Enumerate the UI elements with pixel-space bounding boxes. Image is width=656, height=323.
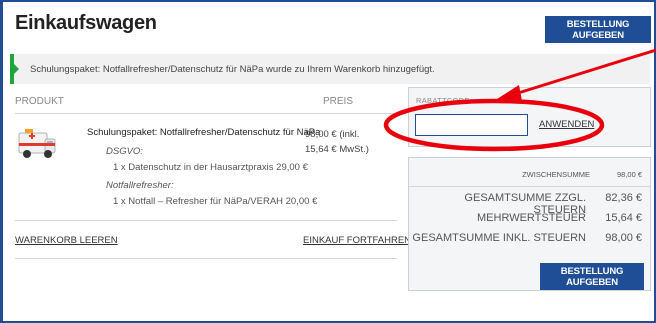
subtotal-label: ZWISCHENSUMME (522, 170, 590, 179)
checkout-button-bottom[interactable]: BESTELLUNG AUFGEBEN (540, 263, 644, 290)
coupon-panel: RABATTCODE ANWENDEN (408, 87, 651, 147)
vat-label: MEHRWERTSTEUER (477, 212, 586, 224)
coupon-label: RABATTCODE (416, 96, 470, 105)
cart-item-price: 98,00 € (inkl. 15,64 € MwSt.) (305, 127, 383, 157)
checkout-button-top[interactable]: BESTELLUNG AUFGEBEN (545, 16, 651, 43)
notice-text: Schulungspaket: Notfallrefresher/Datensc… (30, 63, 435, 75)
coupon-input[interactable] (415, 114, 528, 136)
totals-divider (409, 186, 650, 187)
cart-item-title: Schulungspaket: Notfallrefresher/Datensc… (87, 127, 321, 138)
subtotal-row: ZWISCHENSUMME 98,00 € (522, 170, 642, 179)
vat-value: 15,64 € (605, 212, 642, 224)
total-excl-tax-value: 82,36 € (605, 192, 642, 204)
item-divider (15, 220, 397, 221)
column-header-price: PREIS (323, 96, 354, 107)
cart-item-price-line1: 98,00 € (inkl. (305, 129, 360, 140)
cart-item-option2-value: 1 x Notfall – Refresher für NäPa/VERAH 2… (113, 196, 318, 207)
total-incl-tax-value: 98,00 € (605, 232, 642, 244)
vat-row: MEHRWERTSTEUER 15,64 € (477, 212, 642, 224)
total-incl-tax-row: GESAMTSUMME INKL. STEUERN 98,00 € (412, 232, 642, 244)
header-divider (15, 113, 397, 114)
continue-shopping-link[interactable]: EINKAUF FORTFAHREN (303, 235, 411, 246)
cart-notice: Schulungspaket: Notfallrefresher/Datensc… (10, 54, 650, 84)
success-arrow-icon (14, 64, 19, 74)
cart-item-option2-label: Notfallrefresher: (106, 180, 174, 191)
ambulance-icon (18, 129, 56, 158)
subtotal-value: 98,00 € (616, 170, 642, 179)
column-header-product: PRODUKT (15, 96, 64, 107)
clear-cart-link[interactable]: WARENKORB LEEREN (15, 235, 118, 246)
coupon-apply-link[interactable]: ANWENDEN (539, 119, 594, 130)
total-incl-tax-label: GESAMTSUMME INKL. STEUERN (412, 232, 586, 244)
cart-item-price-line2: 15,64 € MwSt.) (305, 144, 369, 155)
links-divider (15, 258, 397, 259)
totals-panel: ZWISCHENSUMME 98,00 € GESAMTSUMME ZZGL. … (408, 157, 651, 291)
cart-item-option1-value: 1 x Datenschutz in der Hausarztpraxis 29… (113, 162, 308, 173)
cart-item-option1-label: DSGVO: (106, 146, 143, 157)
page-title: Einkaufswagen (15, 12, 157, 34)
